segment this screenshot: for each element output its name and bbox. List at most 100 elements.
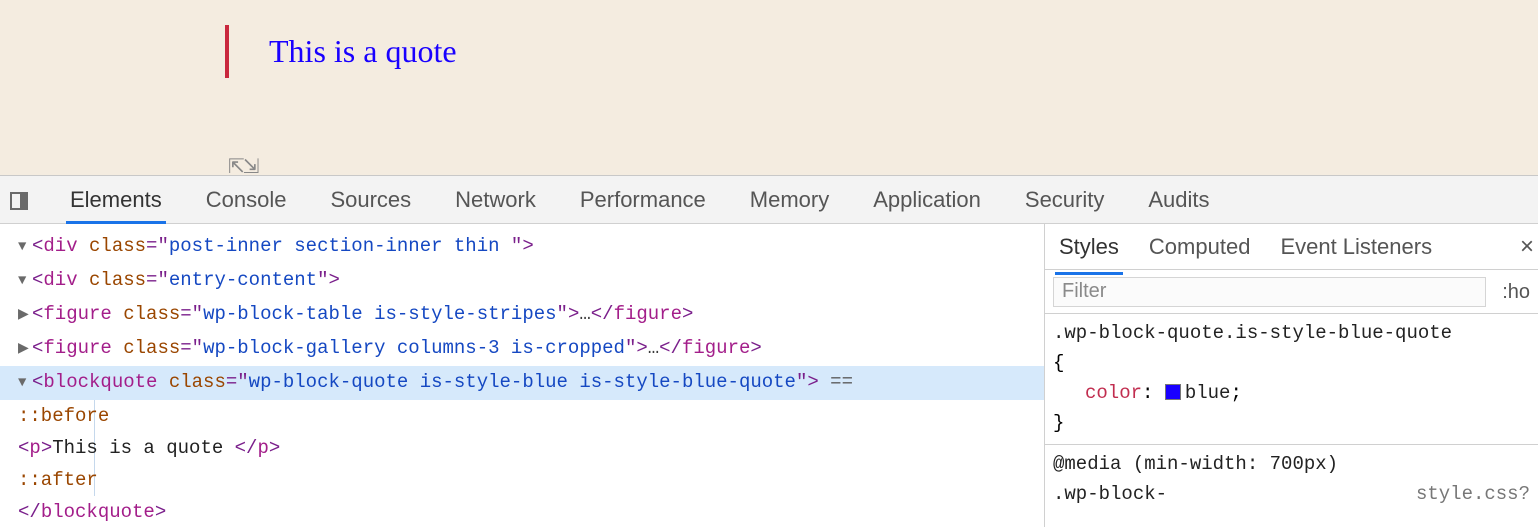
css-property[interactable]: color	[1053, 382, 1142, 404]
punct: "	[192, 337, 203, 359]
dom-row-figure-table[interactable]: ▶< figure class= "wp-block-table is-style-…	[18, 298, 1044, 332]
punct: >	[329, 269, 340, 291]
css-rule-line[interactable]: .wp-block- style.css?	[1053, 479, 1530, 509]
punct: "	[157, 269, 168, 291]
pseudo-element: ::after	[18, 469, 98, 491]
tag-name: blockquote	[41, 501, 155, 523]
tag-name: blockquote	[43, 371, 157, 393]
punct: <	[32, 337, 43, 359]
attr-name: class	[123, 303, 180, 325]
punct: =	[226, 371, 237, 393]
chevron-down-icon[interactable]: ▼	[18, 367, 32, 399]
tab-event-listeners[interactable]: Event Listeners	[1278, 231, 1434, 263]
dom-tree[interactable]: ▼<div class="post-inner section-inner th…	[0, 224, 1044, 527]
close-icon[interactable]: ×	[1520, 231, 1538, 263]
dom-row-after[interactable]: ::after	[18, 464, 1044, 496]
punct: =	[146, 235, 157, 257]
css-selector[interactable]: .wp-block-	[1053, 483, 1167, 505]
styles-sidebar: Styles Computed Event Listeners × :ho .w…	[1044, 224, 1538, 527]
hov-toggle[interactable]: :ho	[1494, 276, 1538, 308]
styles-filter-input[interactable]	[1053, 277, 1486, 307]
tab-console[interactable]: Console	[184, 176, 309, 223]
punct: <	[32, 371, 43, 393]
dom-row-figure-gallery[interactable]: ▶<figure class="wp-block-gallery columns…	[18, 332, 1044, 366]
punct: <	[18, 437, 29, 459]
tag-name: p	[257, 437, 268, 459]
attr-value: wp-block-table is-style-stripes	[203, 303, 556, 325]
styles-tabbar: Styles Computed Event Listeners ×	[1045, 224, 1538, 270]
tag-name: figure	[614, 303, 682, 325]
devtools-panel: Elements Console Sources Network Perform…	[0, 175, 1538, 527]
dom-row-div-outer[interactable]: ▼<div class="post-inner section-inner th…	[18, 230, 1044, 264]
punct: >	[807, 371, 818, 393]
styles-rules[interactable]: .wp-block-quote.is-style-blue-quote { co…	[1045, 314, 1538, 513]
punct: =	[180, 337, 191, 359]
attr-name: class	[89, 269, 146, 291]
tab-styles[interactable]: Styles	[1057, 231, 1121, 263]
attr-name: class	[89, 235, 146, 257]
punct: "	[157, 235, 168, 257]
punct: >	[41, 437, 52, 459]
punct: "	[796, 371, 807, 393]
punct: "	[237, 371, 248, 393]
chevron-right-icon[interactable]: ▶	[18, 333, 32, 365]
tab-elements[interactable]: Elements	[48, 176, 184, 223]
css-declaration[interactable]: color: blue;	[1053, 378, 1530, 408]
tag-name: figure	[43, 337, 111, 359]
resize-handle-icon[interactable]: ⇱⇲	[228, 154, 258, 175]
chevron-down-icon[interactable]: ▼	[18, 231, 32, 263]
punct: </	[235, 437, 258, 459]
ellipsis: …	[579, 303, 590, 325]
brace-close: }	[1053, 408, 1530, 438]
colon: :	[1142, 382, 1165, 404]
punct: >	[636, 337, 647, 359]
attr-value: post-inner section-inner thin	[169, 235, 511, 257]
blockquote-rendered: This is a quote	[225, 25, 457, 78]
chevron-down-icon[interactable]: ▼	[18, 265, 32, 297]
tab-application[interactable]: Application	[851, 176, 1003, 223]
css-value[interactable]: blue	[1185, 382, 1231, 404]
punct: <	[32, 269, 43, 291]
pseudo-element: ::before	[18, 405, 109, 427]
punct: =	[180, 303, 191, 325]
punct: </	[659, 337, 682, 359]
punct: <	[32, 235, 43, 257]
source-link[interactable]: style.css?	[1416, 479, 1530, 509]
quote-text: This is a quote	[269, 33, 457, 69]
text-node: This is a quote	[52, 437, 234, 459]
dom-row-p[interactable]: <p>This is a quote </p>	[18, 432, 1044, 464]
tab-computed[interactable]: Computed	[1147, 231, 1253, 263]
chevron-right-icon[interactable]: ▶	[18, 299, 32, 331]
punct: >	[568, 303, 579, 325]
page-viewport: This is a quote ⇱⇲	[0, 0, 1538, 175]
punct: </	[18, 501, 41, 523]
css-selector[interactable]: .wp-block-quote.is-style-blue-quote	[1053, 318, 1530, 348]
punct: >	[269, 437, 280, 459]
dom-row-blockquote-close[interactable]: </blockquote>	[18, 496, 1044, 527]
tag-name: figure	[682, 337, 750, 359]
tab-sources[interactable]: Sources	[308, 176, 433, 223]
rule-divider	[1045, 444, 1538, 445]
dock-side-icon[interactable]	[10, 192, 28, 210]
attr-name: class	[123, 337, 180, 359]
tab-performance[interactable]: Performance	[558, 176, 728, 223]
tab-audits[interactable]: Audits	[1126, 176, 1231, 223]
tab-memory[interactable]: Memory	[728, 176, 851, 223]
devtools-body: ▼<div class="post-inner section-inner th…	[0, 224, 1538, 527]
styles-filter-bar: :ho	[1045, 270, 1538, 314]
semicolon: ;	[1230, 382, 1241, 404]
dom-row-blockquote-selected[interactable]: ▼<blockquote class="wp-block-quote is-st…	[0, 366, 1044, 400]
devtools-tabbar: Elements Console Sources Network Perform…	[0, 176, 1538, 224]
punct: >	[750, 337, 761, 359]
tag-name: p	[29, 437, 40, 459]
media-query[interactable]: @media (min-width: 700px)	[1053, 449, 1530, 479]
attr-name: class	[169, 371, 226, 393]
dom-row-before[interactable]: ::before	[18, 400, 1044, 432]
tag-name: div	[43, 235, 77, 257]
tab-network[interactable]: Network	[433, 176, 558, 223]
punct: "	[557, 303, 568, 325]
tab-security[interactable]: Security	[1003, 176, 1126, 223]
color-swatch[interactable]	[1165, 384, 1181, 400]
dom-row-div-entry[interactable]: ▼<div class="entry-content">	[18, 264, 1044, 298]
punct: <	[32, 303, 43, 325]
